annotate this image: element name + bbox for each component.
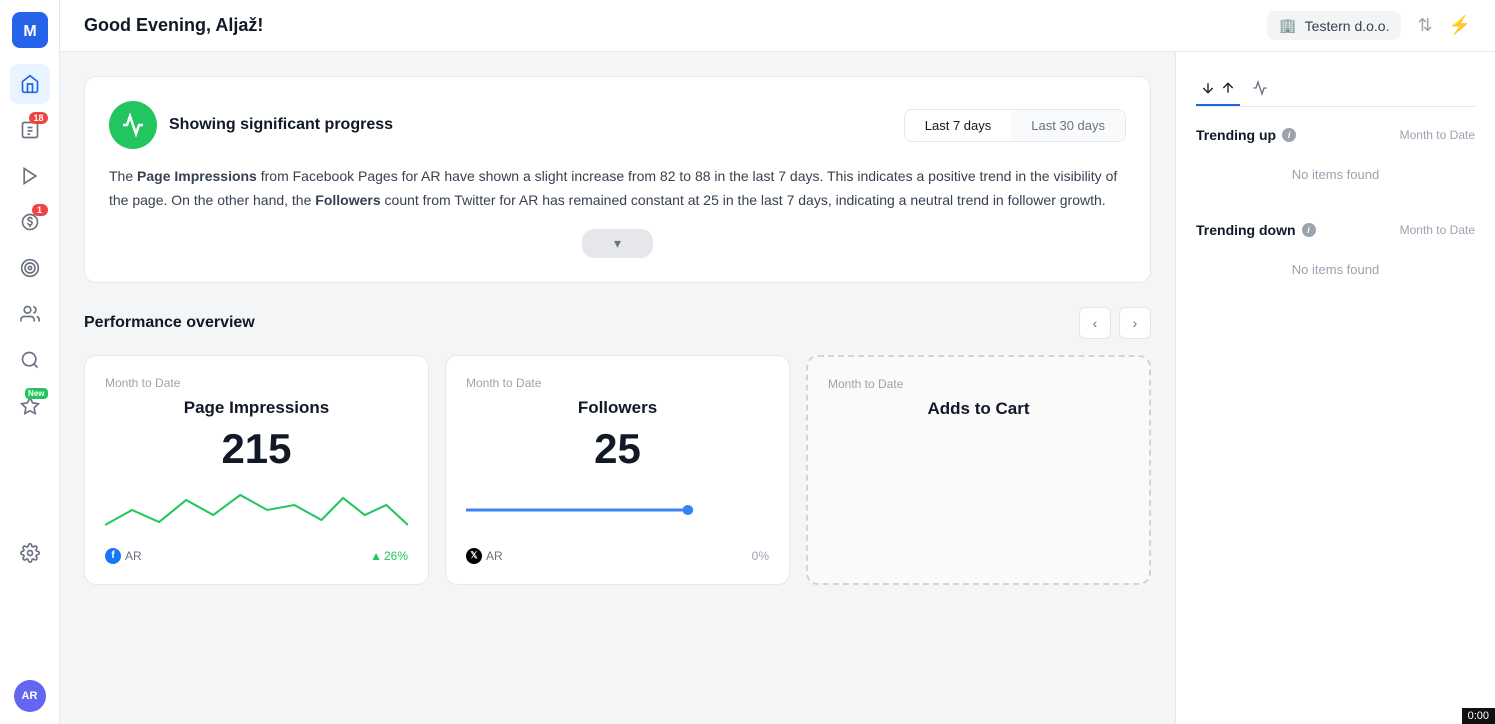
trending-up-label: Trending up	[1196, 127, 1276, 143]
progress-text: The Page Impressions from Facebook Pages…	[109, 165, 1126, 213]
sidebar-item-settings[interactable]	[10, 533, 50, 573]
followers-pct: 0%	[752, 549, 769, 563]
main-area: Good Evening, Aljaž! 🏢 Testern d.o.o. ⇅ …	[60, 0, 1495, 724]
impressions-footer: f AR ▲ 26%	[105, 548, 408, 564]
trending-down-info-icon[interactable]: i	[1302, 223, 1316, 237]
trending-up-no-items: No items found	[1196, 151, 1475, 198]
sidebar-item-reports[interactable]: 18	[10, 110, 50, 150]
trending-down-heading: Trending down i Month to Date	[1196, 222, 1475, 238]
app-logo[interactable]: M	[12, 12, 48, 48]
impressions-value: 215	[105, 426, 408, 472]
impressions-source-name: AR	[125, 549, 142, 563]
tab-30days[interactable]: Last 30 days	[1011, 110, 1125, 141]
followers-name: Followers	[466, 398, 769, 418]
followers-pct-value: 0%	[752, 549, 769, 563]
budget-badge: 1	[32, 204, 48, 216]
nav-buttons: ‹ ›	[1079, 307, 1151, 339]
user-avatar[interactable]: AR	[14, 680, 46, 712]
sidebar-item-audience[interactable]	[10, 294, 50, 334]
followers-source-name: AR	[486, 549, 503, 563]
sort-icon[interactable]: ⇅	[1417, 15, 1432, 36]
trending-down-title: Trending down i	[1196, 222, 1316, 238]
time-tab-group: Last 7 days Last 30 days	[904, 109, 1126, 142]
prev-button[interactable]: ‹	[1079, 307, 1111, 339]
up-arrow-icon: ▲	[370, 549, 382, 563]
right-panel-tabs	[1196, 72, 1475, 107]
trending-up-heading: Trending up i Month to Date	[1196, 127, 1475, 143]
followers-chart	[466, 480, 769, 540]
progress-card: Showing significant progress Last 7 days…	[84, 76, 1151, 283]
new-badge: New	[25, 388, 47, 399]
svg-text:M: M	[23, 23, 36, 40]
sidebar-item-goals[interactable]	[10, 248, 50, 288]
sidebar-item-home[interactable]	[10, 64, 50, 104]
content-area: Showing significant progress Last 7 days…	[60, 52, 1495, 724]
progress-card-title: Showing significant progress	[109, 101, 393, 149]
trending-down-label: Trending down	[1196, 222, 1296, 238]
main-content: Showing significant progress Last 7 days…	[60, 52, 1175, 724]
followers-date-label: Month to Date	[466, 376, 769, 390]
trending-down-no-items: No items found	[1196, 246, 1475, 293]
tab-7days[interactable]: Last 7 days	[905, 110, 1012, 141]
org-selector[interactable]: 🏢 Testern d.o.o.	[1267, 11, 1401, 40]
progress-icon	[109, 101, 157, 149]
org-icon: 🏢	[1279, 17, 1296, 34]
right-panel: Trending up i Month to Date No items fou…	[1175, 52, 1495, 724]
facebook-icon: f	[105, 548, 121, 564]
activity-icon[interactable]: ⚡	[1449, 15, 1471, 36]
progress-card-header: Showing significant progress Last 7 days…	[109, 101, 1126, 149]
performance-title: Performance overview	[84, 314, 255, 332]
twitter-icon: 𝕏	[466, 548, 482, 564]
adds-to-cart-card: Month to Date Adds to Cart	[806, 355, 1151, 585]
trending-up-section: Trending up i Month to Date No items fou…	[1196, 127, 1475, 198]
impressions-date-label: Month to Date	[105, 376, 408, 390]
sidebar-item-new[interactable]: New	[10, 386, 50, 426]
followers-card: Month to Date Followers 25 𝕏 AR	[445, 355, 790, 585]
next-button[interactable]: ›	[1119, 307, 1151, 339]
followers-value: 25	[466, 426, 769, 472]
sidebar-item-budget[interactable]: 1	[10, 202, 50, 242]
impressions-pct-value: 26%	[384, 549, 408, 563]
metrics-grid: Month to Date Page Impressions 215 f AR	[84, 355, 1151, 585]
sidebar: M 18 1	[0, 0, 60, 724]
trending-down-date: Month to Date	[1400, 223, 1475, 237]
impressions-source: f AR	[105, 548, 142, 564]
followers-source: 𝕏 AR	[466, 548, 503, 564]
impressions-name: Page Impressions	[105, 398, 408, 418]
reports-badge: 18	[29, 112, 47, 124]
impressions-pct: ▲ 26%	[370, 549, 408, 563]
rp-tab-activity[interactable]	[1248, 72, 1272, 106]
page-title: Good Evening, Aljaž!	[84, 15, 1251, 36]
cart-date-label: Month to Date	[828, 377, 1129, 391]
trending-up-date: Month to Date	[1400, 128, 1475, 142]
cart-name: Adds to Cart	[828, 399, 1129, 419]
page-impressions-card: Month to Date Page Impressions 215 f AR	[84, 355, 429, 585]
topbar: Good Evening, Aljaž! 🏢 Testern d.o.o. ⇅ …	[60, 0, 1495, 52]
trending-up-title: Trending up i	[1196, 127, 1296, 143]
sidebar-item-video[interactable]	[10, 156, 50, 196]
sidebar-item-search[interactable]	[10, 340, 50, 380]
followers-footer: 𝕏 AR 0%	[466, 548, 769, 564]
progress-label: Showing significant progress	[169, 116, 393, 134]
trending-down-section: Trending down i Month to Date No items f…	[1196, 222, 1475, 293]
impressions-chart	[105, 480, 408, 540]
expand-button[interactable]: ▾	[582, 229, 653, 258]
org-name: Testern d.o.o.	[1305, 18, 1390, 34]
rp-tab-trending[interactable]	[1196, 72, 1240, 106]
performance-header: Performance overview ‹ ›	[84, 307, 1151, 339]
expand-bar: ▾	[109, 229, 1126, 258]
trending-up-info-icon[interactable]: i	[1282, 128, 1296, 142]
topbar-icons: ⇅ ⚡	[1417, 15, 1471, 36]
timer-display: 0:00	[1462, 708, 1495, 724]
